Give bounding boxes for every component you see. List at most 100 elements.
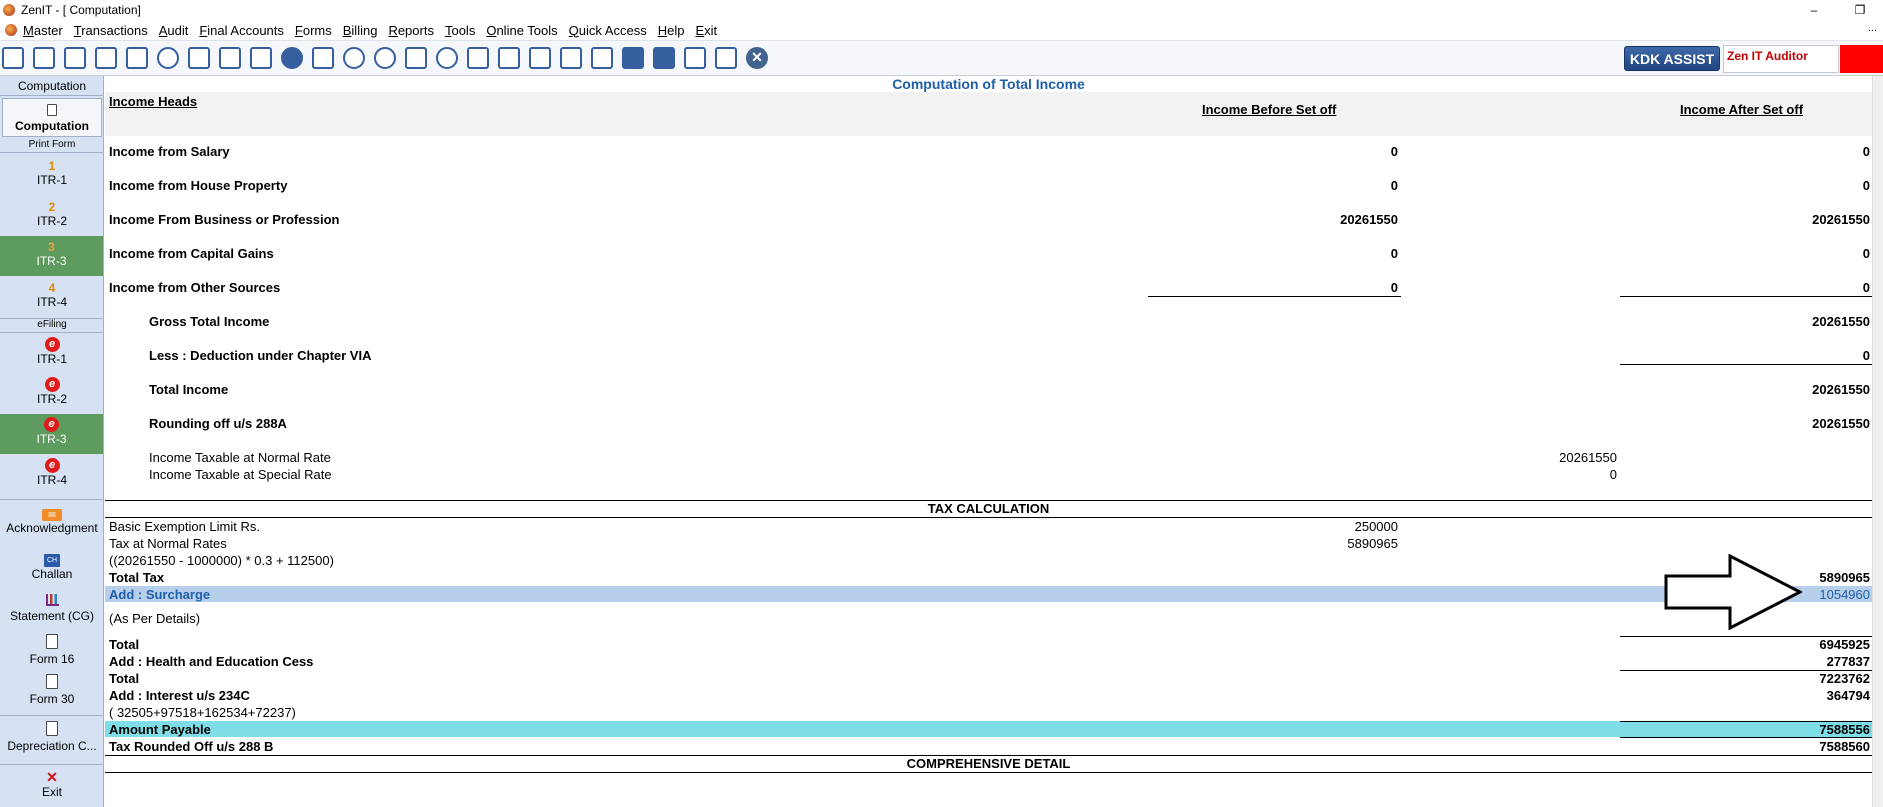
sidebar-item-depreciation[interactable]: Depreciation C... bbox=[0, 721, 104, 761]
book-icon[interactable] bbox=[405, 47, 427, 69]
epay-icon[interactable] bbox=[374, 47, 396, 69]
sidebar-item-label: ITR-1 bbox=[37, 352, 67, 366]
normal-rates-value: 5890965 bbox=[1347, 536, 1398, 551]
sidebar-item-challan[interactable]: CH Challan bbox=[2, 551, 102, 591]
subtotal-line bbox=[1148, 296, 1401, 297]
row-before-other-sources: 0 bbox=[1390, 280, 1398, 295]
status-indicator bbox=[1840, 45, 1883, 73]
menu-forms[interactable]: Forms bbox=[295, 23, 332, 38]
app-menu-icon[interactable] bbox=[5, 24, 17, 36]
copy-icon[interactable] bbox=[591, 47, 613, 69]
gross-total-value: 20261550 bbox=[1812, 314, 1870, 329]
itr2-number-icon: 2 bbox=[48, 200, 56, 214]
page-title: Computation of Total Income bbox=[892, 76, 1085, 92]
income-heads-header: Income Heads bbox=[109, 94, 198, 109]
menu-help[interactable]: Help bbox=[658, 23, 685, 38]
menu-exit[interactable]: Exit bbox=[695, 23, 717, 38]
sidebar-item-label: ITR-4 bbox=[37, 473, 67, 487]
divider bbox=[0, 95, 104, 96]
sidebar-item-print-itr4[interactable]: 4 ITR-4 bbox=[2, 278, 102, 316]
pin-icon[interactable] bbox=[188, 47, 210, 69]
menu-transactions[interactable]: Transactions bbox=[74, 23, 148, 38]
company-icon[interactable] bbox=[2, 47, 24, 69]
sidebar-item-label: ITR-2 bbox=[37, 214, 67, 228]
column-header-band bbox=[105, 92, 1872, 136]
kdk-assist-button[interactable]: KDK ASSIST bbox=[1624, 46, 1720, 71]
menu-billing[interactable]: Billing bbox=[343, 23, 378, 38]
bank-reconciliation-icon[interactable] bbox=[653, 47, 675, 69]
interest-label: Add : Interest u/s 234C bbox=[109, 688, 250, 703]
print-form-header: Print Form bbox=[28, 139, 76, 150]
sidebar-item-form30[interactable]: Form 30 bbox=[2, 674, 102, 714]
pie-chart-icon[interactable] bbox=[343, 47, 365, 69]
sidebar-item-computation[interactable]: Computation bbox=[2, 98, 102, 137]
menu-online-tools[interactable]: Online Tools bbox=[486, 23, 557, 38]
surcharge-label[interactable]: Add : Surcharge bbox=[109, 587, 210, 602]
sidebar-item-acknowledgment[interactable]: ✉ Acknowledgment bbox=[0, 507, 104, 547]
sidebar-item-efiling-itr1[interactable]: e ITR-1 bbox=[2, 336, 102, 374]
sidebar-item-label: Form 16 bbox=[29, 652, 75, 666]
itr1-number-icon: 1 bbox=[48, 159, 56, 173]
efiling-header: eFiling bbox=[37, 319, 67, 330]
total2-label: Total bbox=[109, 671, 140, 686]
document-icon[interactable] bbox=[467, 47, 489, 69]
sidebar-item-label: Computation bbox=[15, 119, 89, 133]
menu-quick-access[interactable]: Quick Access bbox=[569, 23, 647, 38]
home-icon[interactable] bbox=[33, 47, 55, 69]
deduction-value: 0 bbox=[1862, 348, 1870, 363]
menu-audit[interactable]: Audit bbox=[159, 23, 189, 38]
minimize-button[interactable]: – bbox=[1791, 0, 1837, 20]
sidebar-item-print-itr2[interactable]: 2 ITR-2 bbox=[2, 197, 102, 235]
toolbar: ✕ KDK ASSIST Zen IT Auditor bbox=[0, 40, 1883, 76]
gift-icon[interactable] bbox=[126, 47, 148, 69]
refresh-icon[interactable] bbox=[281, 47, 303, 69]
menu-tools[interactable]: Tools bbox=[445, 23, 475, 38]
sidebar-item-efiling-itr3[interactable]: e ITR-3 bbox=[0, 414, 103, 454]
sidebar-item-efiling-itr4[interactable]: e ITR-4 bbox=[2, 457, 102, 497]
menu-reports[interactable]: Reports bbox=[388, 23, 434, 38]
sidebar-item-statement-cg[interactable]: Statement (CG) bbox=[2, 594, 102, 634]
efiling-e-icon: e bbox=[44, 377, 60, 392]
menu-master[interactable]: Master bbox=[23, 23, 63, 38]
depreciation-document-icon bbox=[46, 721, 58, 736]
efiling-e-icon: e bbox=[44, 458, 60, 473]
menu-bar: Master Transactions Audit Final Accounts… bbox=[0, 20, 1883, 40]
filter-icon[interactable] bbox=[219, 47, 241, 69]
row-after-house-property: 0 bbox=[1862, 178, 1870, 193]
cess-value: 277837 bbox=[1826, 654, 1870, 669]
menu-final-accounts[interactable]: Final Accounts bbox=[199, 23, 284, 38]
zen-it-auditor-field[interactable]: Zen IT Auditor bbox=[1723, 45, 1839, 73]
sidebar-item-label: ITR-3 bbox=[36, 254, 67, 268]
calendar-icon[interactable] bbox=[529, 47, 551, 69]
calculator-grid-icon[interactable] bbox=[715, 47, 737, 69]
file-settings-icon[interactable] bbox=[560, 47, 582, 69]
sidebar-item-efiling-itr2[interactable]: e ITR-2 bbox=[2, 376, 102, 416]
tax-icon[interactable] bbox=[250, 47, 272, 69]
info-icon[interactable] bbox=[436, 47, 458, 69]
rounded-value: 7588560 bbox=[1819, 739, 1870, 754]
building-icon[interactable] bbox=[64, 47, 86, 69]
tax-formula: ((20261550 - 1000000) * 0.3 + 112500) bbox=[109, 553, 334, 568]
computation-panel: Computation of Total Income Income Heads… bbox=[105, 76, 1872, 807]
restore-button[interactable]: ❐ bbox=[1837, 0, 1883, 20]
sidebar-item-exit[interactable]: ✕ Exit bbox=[2, 769, 102, 807]
balance-sheet-icon[interactable] bbox=[622, 47, 644, 69]
users-icon[interactable] bbox=[157, 47, 179, 69]
total1-value: 6945925 bbox=[1819, 637, 1870, 652]
row-after-salary: 0 bbox=[1862, 144, 1870, 159]
menu-overflow[interactable]: ... bbox=[1868, 22, 1877, 34]
row-before-capital-gains: 0 bbox=[1390, 246, 1398, 261]
row-label-capital-gains: Income from Capital Gains bbox=[109, 246, 274, 261]
vertical-scrollbar[interactable] bbox=[1872, 76, 1883, 807]
form-3cd-icon[interactable] bbox=[684, 47, 706, 69]
sidebar-item-label: Acknowledgment bbox=[6, 521, 98, 535]
calculator-icon[interactable] bbox=[312, 47, 334, 69]
sidebar-item-print-itr1[interactable]: 1 ITR-1 bbox=[2, 156, 102, 194]
sidebar-item-form16[interactable]: Form 16 bbox=[2, 634, 102, 674]
user-document-icon[interactable] bbox=[498, 47, 520, 69]
close-icon[interactable]: ✕ bbox=[746, 47, 768, 69]
sidebar-item-print-itr3[interactable]: 3 ITR-3 bbox=[0, 236, 103, 276]
annotation-arrow-icon bbox=[1664, 554, 1802, 630]
sidebar-item-label: Form 30 bbox=[29, 692, 75, 706]
bar-chart-icon[interactable] bbox=[95, 47, 117, 69]
